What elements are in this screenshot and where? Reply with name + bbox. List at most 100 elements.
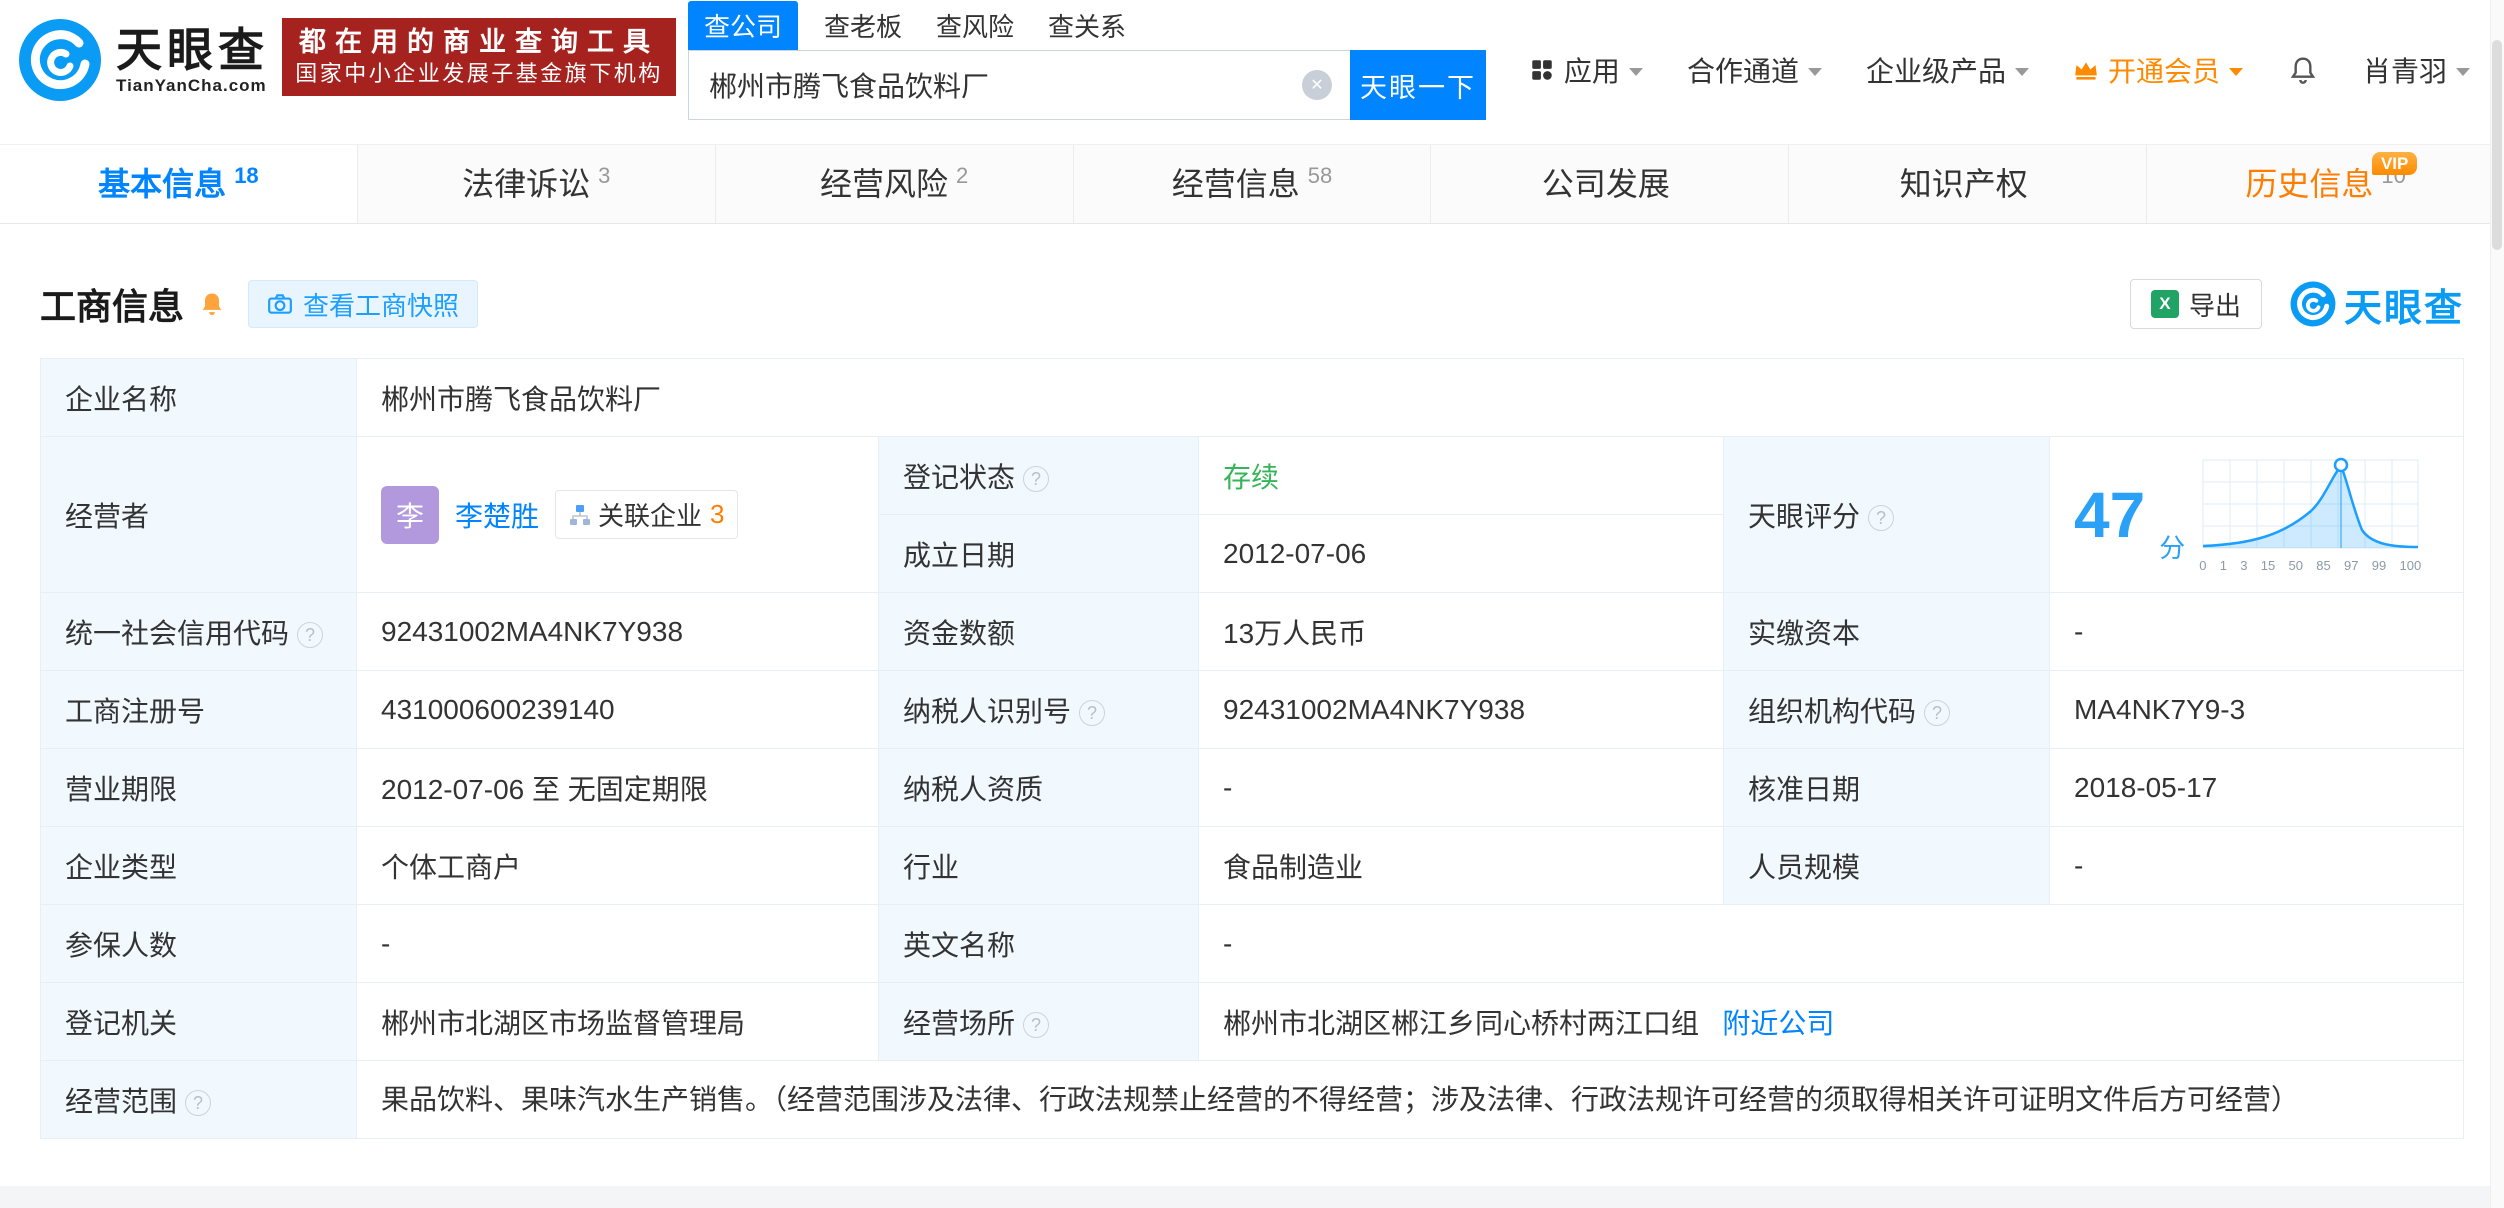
brand-logo[interactable]: 天眼查 TianYanCha.com <box>18 18 269 102</box>
brand-logo-text: 天眼查 TianYanCha.com <box>116 24 269 96</box>
table-row: 经营范围? 果品饮料、果味汽水生产销售。（经营范围涉及法律、行政法规禁止经营的不… <box>40 1060 2464 1139</box>
field-label-establish-date: 成立日期 <box>878 514 1199 593</box>
tianyan-score-value: 47 <box>2074 478 2146 551</box>
field-label-company-type: 企业类型 <box>40 826 357 905</box>
nav-user[interactable]: 肖青羽 <box>2363 50 2470 90</box>
help-icon[interactable]: ? <box>1023 465 1050 492</box>
field-label-insured-count: 参保人数 <box>40 904 357 983</box>
nav-apps-label: 应用 <box>1563 56 1620 87</box>
field-value-capital: 13万人民币 <box>1198 592 1724 671</box>
top-nav: 应用 合作通道 企业级产品 开通会员 肖青羽 <box>1529 44 2470 96</box>
nav-partner[interactable]: 合作通道 <box>1687 50 1822 90</box>
field-value-staff-size: - <box>2049 826 2464 905</box>
field-label-business-term: 营业期限 <box>40 748 357 827</box>
field-label-capital: 资金数额 <box>878 592 1199 671</box>
help-icon[interactable]: ? <box>1868 504 1895 531</box>
camera-icon <box>268 294 292 314</box>
scrollbar[interactable] <box>2490 0 2504 1208</box>
field-value-operator: 李 李楚胜 关联企业 3 <box>356 436 879 593</box>
nav-enterprise-label: 企业级产品 <box>1865 56 2006 87</box>
main-content: 工商信息 查看工商快照 X 导出 天眼查 企业名称 郴州市腾飞食品饮料厂 经营者… <box>0 276 2504 1139</box>
search-box: ✕ <box>688 50 1350 120</box>
tab-history-info[interactable]: 历史信息 10 VIP <box>2147 145 2504 223</box>
tab-company-development[interactable]: 公司发展 <box>1431 145 1790 223</box>
excel-icon: X <box>2150 290 2179 318</box>
search-button[interactable]: 天眼一下 <box>1350 50 1486 120</box>
tab-legal-proceedings[interactable]: 法律诉讼 3 <box>358 145 716 223</box>
apps-grid-icon <box>1532 60 1552 80</box>
related-companies-label: 关联企业 <box>598 501 703 531</box>
search-tab-risk[interactable]: 查风险 <box>934 1 1016 50</box>
clear-search-icon[interactable]: ✕ <box>1302 70 1332 100</box>
help-icon[interactable]: ? <box>1924 699 1951 726</box>
operator-avatar[interactable]: 李 <box>381 485 439 544</box>
search-tab-company[interactable]: 查公司 <box>688 1 799 50</box>
field-value-reg-number: 431000600239140 <box>356 670 879 749</box>
operator-name-link[interactable]: 李楚胜 <box>455 495 539 535</box>
search-area: 查公司 查老板 查风险 查关系 ✕ 天眼一下 <box>688 1 1486 120</box>
tab-operation-info[interactable]: 经营信息 58 <box>1074 145 1432 223</box>
nav-user-name: 肖青羽 <box>2362 56 2447 87</box>
field-label-paid-capital: 实缴资本 <box>1723 592 2050 671</box>
brand-domain: TianYanCha.com <box>116 76 267 95</box>
field-label-tianyan-score: 天眼评分? <box>1723 436 2050 593</box>
tab-count: 18 <box>234 163 259 188</box>
help-icon[interactable]: ? <box>185 1089 212 1116</box>
table-row: 参保人数 - 英文名称 - <box>40 904 2464 983</box>
table-row: 统一社会信用代码? 92431002MA4NK7Y938 资金数额 13万人民币… <box>40 592 2464 671</box>
field-value-credit-code: 92431002MA4NK7Y938 <box>356 592 879 671</box>
promo-line1: 都在用的商业查询工具 <box>299 27 659 57</box>
field-value-business-scope: 果品饮料、果味汽水生产销售。（经营范围涉及法律、行政法规禁止经营的不得经营；涉及… <box>356 1060 2464 1139</box>
related-companies-tag[interactable]: 关联企业 3 <box>555 490 738 539</box>
nav-apps[interactable]: 应用 <box>1529 50 1643 90</box>
nearby-companies-link[interactable]: 附近公司 <box>1722 1008 1834 1039</box>
search-input[interactable] <box>688 50 1350 120</box>
tab-label: 经营信息 <box>1171 166 1300 202</box>
search-tabs: 查公司 查老板 查风险 查关系 <box>688 1 1486 50</box>
field-label-operator: 经营者 <box>40 436 357 593</box>
subscribe-bell-icon[interactable] <box>198 290 226 318</box>
nav-notifications[interactable] <box>2287 54 2319 86</box>
export-button[interactable]: X 导出 <box>2129 279 2262 329</box>
scrollbar-thumb[interactable] <box>2492 40 2502 250</box>
field-label-reg-number: 工商注册号 <box>40 670 357 749</box>
chevron-down-icon <box>2228 68 2243 76</box>
export-button-label: 导出 <box>2188 290 2241 321</box>
help-icon[interactable]: ? <box>1079 699 1106 726</box>
search-tab-relation[interactable]: 查关系 <box>1046 1 1128 50</box>
tianyan-score-unit: 分 <box>2159 533 2186 563</box>
snapshot-button[interactable]: 查看工商快照 <box>248 280 479 328</box>
nav-vip[interactable]: 开通会员 <box>2073 50 2243 90</box>
field-label-reg-authority: 登记机关 <box>40 982 357 1061</box>
table-row: 经营者 李 李楚胜 关联企业 3 登记状态 ? 存续 天眼评分 ? 47 分 0… <box>40 436 2464 593</box>
help-icon[interactable]: ? <box>297 621 324 648</box>
section-head: 工商信息 查看工商快照 X 导出 天眼查 <box>40 276 2464 332</box>
chevron-down-icon <box>2014 68 2029 76</box>
nav-enterprise[interactable]: 企业级产品 <box>1866 50 2029 90</box>
field-value-establish-date: 2012-07-06 <box>1198 514 1724 593</box>
tianyancha-watermark: 天眼查 <box>2290 277 2464 332</box>
nav-partner-label: 合作通道 <box>1686 56 1799 87</box>
tianyancha-logo-icon <box>19 19 101 101</box>
chevron-down-icon <box>2456 68 2470 76</box>
tianyancha-logo-icon <box>2290 281 2336 327</box>
snapshot-button-label: 查看工商快照 <box>303 290 460 321</box>
field-label-reg-status: 登记状态? <box>878 436 1199 515</box>
field-value-business-term: 2012-07-06 至 无固定期限 <box>356 748 879 827</box>
nav-vip-label: 开通会员 <box>2107 56 2220 87</box>
field-label-business-scope: 经营范围? <box>40 1060 357 1139</box>
tab-operation-risk[interactable]: 经营风险 2 <box>716 145 1074 223</box>
search-tab-boss[interactable]: 查老板 <box>822 1 904 50</box>
field-value-approve-date: 2018-05-17 <box>2049 748 2464 827</box>
tab-label: 历史信息 <box>2245 166 2374 202</box>
table-row: 营业期限 2012-07-06 至 无固定期限 纳税人资质 - 核准日期 201… <box>40 748 2464 827</box>
field-label-taxpayer-quality: 纳税人资质 <box>878 748 1199 827</box>
field-value-paid-capital: - <box>2049 592 2464 671</box>
tab-basic-info[interactable]: 基本信息 18 <box>0 145 358 223</box>
table-row: 企业类型 个体工商户 行业 食品制造业 人员规模 - <box>40 826 2464 905</box>
brand-name: 天眼查 <box>116 24 269 76</box>
help-icon[interactable]: ? <box>1023 1011 1050 1038</box>
field-value-industry: 食品制造业 <box>1198 826 1724 905</box>
tab-intellectual-property[interactable]: 知识产权 <box>1789 145 2148 223</box>
tab-label: 法律诉讼 <box>462 166 591 202</box>
